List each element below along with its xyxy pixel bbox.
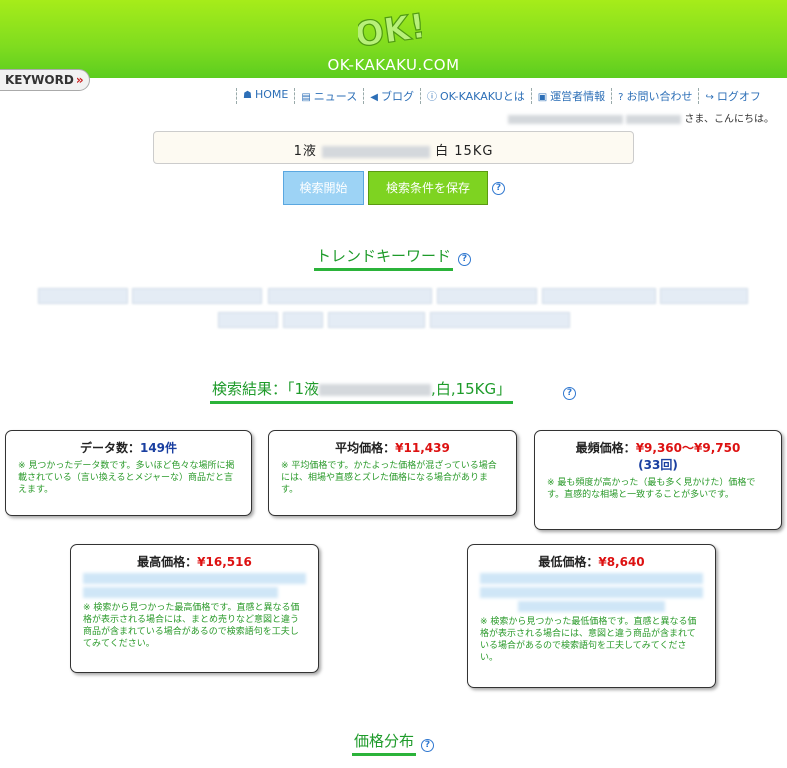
max-product-link[interactable] [83,587,278,598]
trend-help-icon[interactable]: ? [458,253,471,266]
min-note: ※ 検索から見つかった最低価格です。直感と異なる価格が表示される場合には、意図と… [480,617,697,663]
average-note: ※ 平均価格です。かたよった価格が混ざっている場合には、相場や直感とズレた価格に… [281,461,497,495]
count-note: ※ 見つかったデータ数です。多いほど色々な場所に掲載されている（言い換えるとメジ… [18,461,235,495]
id-card-icon: ▣ [537,92,548,103]
trend-keyword[interactable] [132,288,262,304]
nav-about[interactable]: ⓘ OK-KAKAKUとは [419,88,531,104]
greeting-text: さま、こんにちは。 [684,114,774,125]
svg-text:OK!: OK! [358,6,422,50]
min-product-link[interactable] [480,587,703,598]
min-value: ¥8,640 [598,555,645,569]
search-text-suffix: 白 15KG [435,144,494,159]
average-value: ¥11,439 [395,441,450,455]
info-icon: ⓘ [426,92,437,103]
min-product-link[interactable] [480,573,703,584]
max-price-card: 最高価格：¥16,516 ※ 検索から見つかった最高価格です。直感と異なる価格が… [70,544,319,673]
mode-value: ¥9,360～¥9,750 [635,441,741,455]
mode-count: (33回) [638,458,678,472]
mode-note: ※ 最も頻度が高かった（最も多く見かけた）価格です。直感的な相場と一致することが… [547,478,756,500]
count-value: 149件 [139,441,178,455]
result-title-prefix: 検索結果：「1液 [212,380,320,398]
top-nav: ☗ HOME ▤ ニュース ◀ ブログ ⓘ OK-KAKAKUとは ▣ 運営者情報 ? お問… [236,88,767,104]
trend-keyword[interactable] [542,288,656,304]
price-distribution-title: 価格分布 [352,730,417,756]
mode-card: 最頻価格：¥9,360～¥9,750 (33回) ※ 最も頻度が高かった（最も多… [534,430,782,530]
count-title: データ数：149件 [6,439,251,456]
nav-contact[interactable]: ? お問い合わせ [611,88,698,104]
logout-icon: ↪ [705,92,714,103]
max-product-link[interactable] [83,573,306,584]
result-help-icon[interactable]: ? [563,387,576,400]
keyword-tab-label: KEYWORD [5,73,74,87]
search-text-blurred [322,145,430,158]
trend-keyword[interactable] [268,288,432,304]
min-product-link[interactable] [518,601,665,612]
result-title-suffix: ,白,15KG」 [431,380,512,398]
search-input[interactable]: 1液 白 15KG [153,131,634,164]
megaphone-icon: ◀ [370,92,378,103]
min-label: 最低価格： [538,555,599,569]
trend-keyword[interactable] [430,312,570,328]
ok-logo[interactable]: OK! [358,6,422,50]
nav-blog-label: ブログ [380,90,414,103]
average-title: 平均価格：¥11,439 [269,439,516,456]
distribution-help-icon[interactable]: ? [421,739,434,752]
min-price-card: 最低価格：¥8,640 ※ 検索から見つかった最低価格です。直感と異なる価格が表… [467,544,716,688]
count-label: データ数： [79,441,140,455]
max-title: 最高価格：¥16,516 [71,553,318,570]
news-icon: ▤ [301,92,311,103]
search-button[interactable]: 検索開始 [283,171,364,205]
search-result-title: 検索結果：「1液 ,白,15KG」 [210,378,514,404]
mode-label: 最頻価格： [575,441,636,455]
average-card: 平均価格：¥11,439 ※ 平均価格です。かたよった価格が混ざっている場合には… [268,430,517,516]
max-value: ¥16,516 [197,555,252,569]
average-label: 平均価格： [335,441,396,455]
nav-logoff[interactable]: ↪ ログオフ [698,88,766,104]
trend-keyword[interactable] [218,312,278,328]
search-text-prefix: 1液 [293,144,317,159]
home-icon: ☗ [243,90,252,101]
trend-keywords-title: トレンドキーワード [314,245,454,271]
count-card: データ数：149件 ※ 見つかったデータ数です。多いほど色々な場所に掲載されてい… [5,430,252,516]
nav-about-label: OK-KAKAKUとは [439,90,525,103]
site-name: OK-KAKAKU.COM [327,56,460,74]
nav-logoff-label: ログオフ [716,90,761,103]
user-greeting: さま、こんにちは。 [508,110,774,125]
max-note: ※ 検索から見つかった最高価格です。直感と異なる価格が表示される場合には、まとめ… [83,603,300,649]
nav-blog[interactable]: ◀ ブログ [363,88,420,104]
username-blurred [508,114,623,124]
min-title: 最低価格：¥8,640 [468,553,715,570]
mode-title: 最頻価格：¥9,360～¥9,750 [535,439,781,456]
max-label: 最高価格： [137,555,198,569]
nav-news[interactable]: ▤ ニュース [294,88,363,104]
nav-news-label: ニュース [313,90,358,103]
question-icon: ? [618,92,624,103]
trend-keyword[interactable] [38,288,128,304]
trend-keyword[interactable] [328,312,425,328]
nav-operator[interactable]: ▣ 運営者情報 [530,88,611,104]
keyword-tab[interactable]: KEYWORD» [0,69,90,91]
header-banner: OK! OK-KAKAKU.COM [0,0,787,78]
chevron-right-icon: » [75,73,84,87]
result-title-blurred [319,383,432,396]
username-blurred-2 [626,114,682,124]
trend-keyword[interactable] [437,288,537,304]
help-icon[interactable]: ? [492,182,505,195]
nav-home[interactable]: ☗ HOME [236,88,294,104]
trend-keyword[interactable] [283,312,323,328]
save-condition-button[interactable]: 検索条件を保存 [368,171,488,205]
nav-operator-label: 運営者情報 [550,90,606,103]
trend-keyword[interactable] [660,288,748,304]
nav-contact-label: お問い合わせ [626,90,693,103]
nav-home-label: HOME [254,88,289,101]
